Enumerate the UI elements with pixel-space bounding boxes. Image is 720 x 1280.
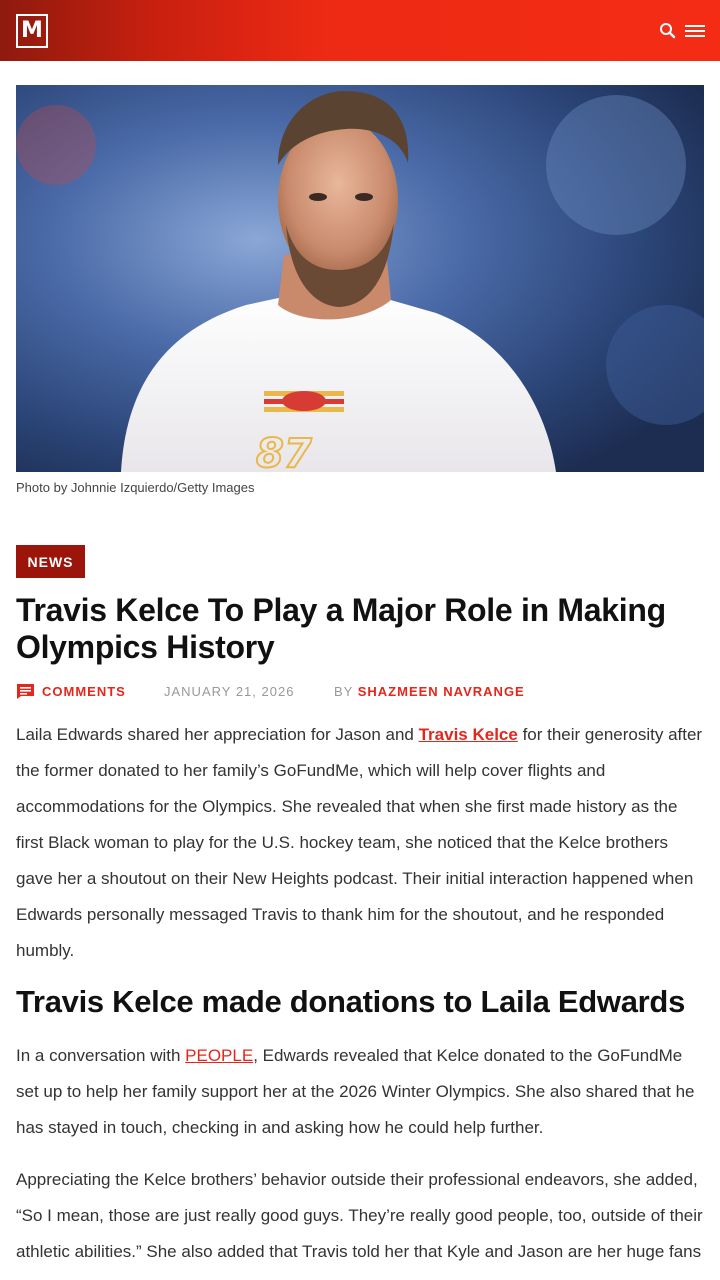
article-meta: COMMENTS JANUARY 21, 2026 BY SHAZMEEN NA… bbox=[16, 683, 704, 701]
travis-kelce-link[interactable]: Travis Kelce bbox=[419, 725, 518, 744]
comments-link[interactable]: COMMENTS bbox=[16, 683, 126, 700]
article-paragraph: Appreciating the Kelce brothers’ behavio… bbox=[16, 1170, 703, 1261]
site-logo[interactable]: M bbox=[16, 14, 48, 48]
article-title: Travis Kelce To Play a Major Role in Mak… bbox=[16, 592, 666, 665]
menu-icon[interactable] bbox=[684, 22, 706, 40]
author-link[interactable]: SHAZMEEN NAVRANGE bbox=[358, 684, 525, 699]
byline: BY SHAZMEEN NAVRANGE bbox=[334, 684, 525, 699]
category-tag[interactable]: NEWS bbox=[16, 545, 85, 578]
paragraph-text: for their generosity after the former do… bbox=[16, 725, 703, 960]
svg-text:87: 87 bbox=[256, 431, 312, 472]
player-photo: 87 bbox=[16, 85, 704, 472]
section-heading: Travis Kelce made donations to Laila Edw… bbox=[16, 984, 686, 1019]
publish-date: JANUARY 21, 2026 bbox=[164, 684, 295, 699]
search-icon[interactable] bbox=[658, 21, 678, 41]
article-paragraph: Laila Edwards shared her appreciation fo… bbox=[16, 717, 706, 969]
paragraph-text: Laila Edwards shared her appreciation fo… bbox=[16, 725, 419, 744]
hero-image: 87 bbox=[16, 85, 704, 472]
comments-label: COMMENTS bbox=[42, 684, 126, 699]
people-link[interactable]: PEOPLE bbox=[185, 1046, 253, 1065]
photo-caption: Photo by Johnnie Izquierdo/Getty Images bbox=[16, 480, 255, 495]
by-label: BY bbox=[334, 684, 354, 699]
comment-icon bbox=[17, 684, 34, 699]
site-header: M bbox=[0, 0, 720, 61]
paragraph-text: In a conversation with bbox=[16, 1046, 186, 1065]
article-paragraph: In a conversation with PEOPLE, Edwards r… bbox=[16, 1038, 706, 1146]
